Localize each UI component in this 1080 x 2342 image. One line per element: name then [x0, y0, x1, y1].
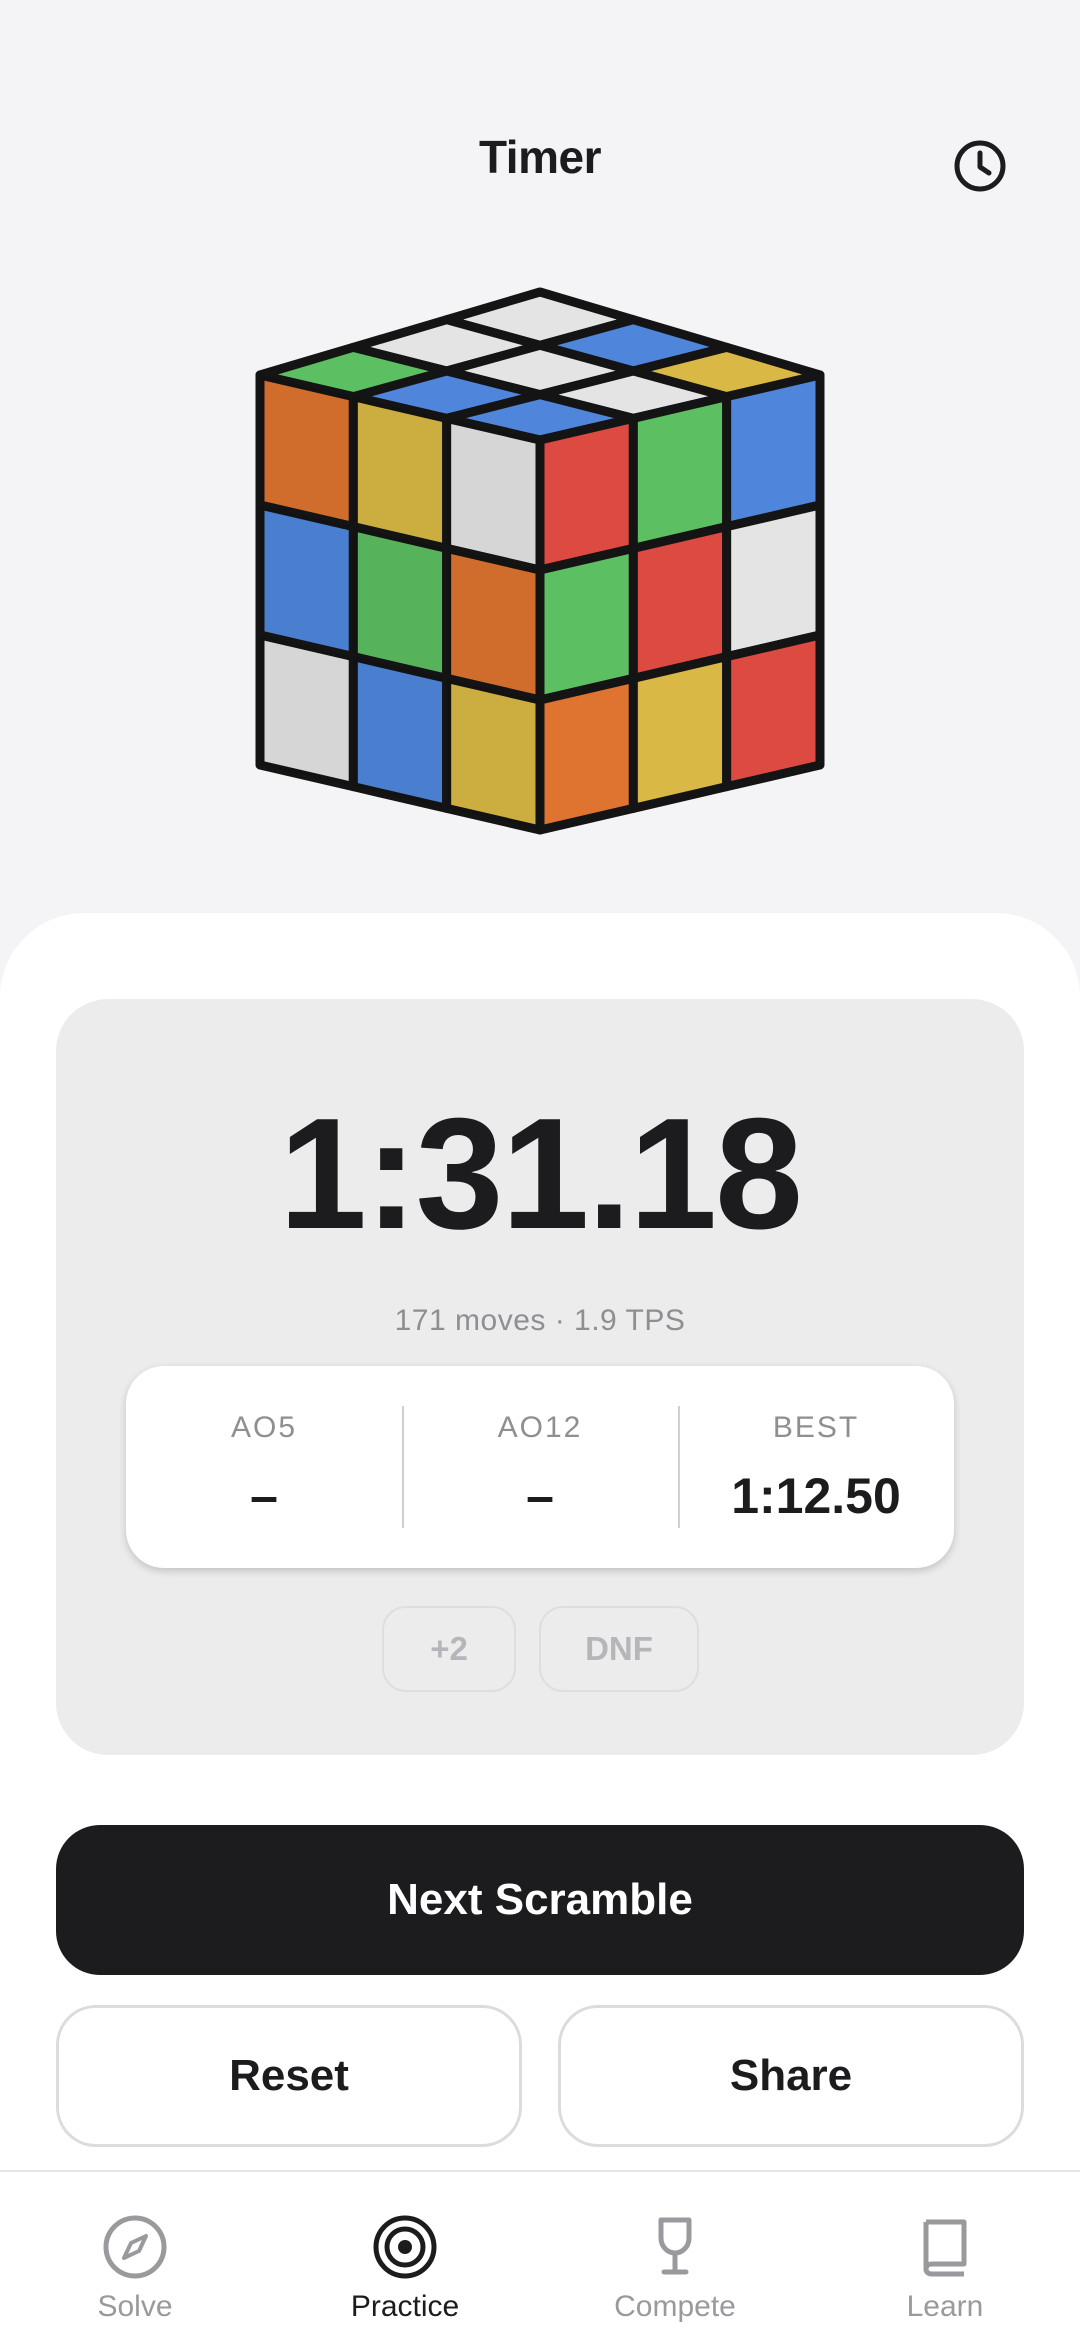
- share-button[interactable]: Share: [558, 2005, 1024, 2147]
- stat-label: AO12: [497, 1411, 583, 1444]
- bottom-tab-bar: Solve Practice Compete Learn: [0, 2170, 1080, 2342]
- cube-sticker: [633, 657, 726, 809]
- stat-value: –: [250, 1468, 278, 1524]
- cube-sticker: [260, 635, 354, 787]
- history-button[interactable]: [948, 134, 1012, 198]
- dnf-button[interactable]: DNF: [539, 1606, 699, 1692]
- stat-best: BEST 1:12.50: [678, 1366, 954, 1568]
- stat-ao12: AO12 –: [402, 1366, 678, 1568]
- tab-compete[interactable]: Compete: [540, 2172, 810, 2342]
- tab-label: Learn: [906, 2290, 984, 2323]
- page-title: Timer: [479, 131, 601, 183]
- stat-label: BEST: [772, 1411, 860, 1444]
- stat-ao5: AO5 –: [126, 1366, 402, 1568]
- tab-learn[interactable]: Learn: [810, 2172, 1080, 2342]
- tab-practice[interactable]: Practice: [270, 2172, 540, 2342]
- stat-value: –: [526, 1468, 554, 1524]
- cube-preview: [240, 270, 840, 850]
- solve-stats-text: 171 moves · 1.9 TPS: [394, 1304, 686, 1337]
- cube-sticker: [353, 656, 447, 809]
- trophy-icon: [658, 2217, 692, 2275]
- compass-icon: [103, 2215, 167, 2279]
- target-icon: [373, 2215, 437, 2279]
- next-scramble-button[interactable]: Next Scramble: [56, 1825, 1024, 1975]
- cube-sticker: [446, 678, 540, 830]
- timer-display: 1:31.18: [279, 1086, 803, 1262]
- averages-card: AO5 – AO12 – BEST 1:12.50: [126, 1366, 954, 1568]
- book-icon: [923, 2219, 967, 2277]
- stat-label: AO5: [230, 1411, 298, 1444]
- plus-two-button[interactable]: +2: [382, 1606, 516, 1692]
- tab-solve[interactable]: Solve: [0, 2172, 270, 2342]
- tab-label: Practice: [350, 2290, 460, 2323]
- rubiks-cube-illustration: [255, 287, 825, 835]
- reset-button[interactable]: Reset: [56, 2005, 522, 2147]
- tab-label: Compete: [614, 2290, 736, 2323]
- stat-value: 1:12.50: [731, 1468, 901, 1524]
- clock-icon: [954, 140, 1006, 192]
- cube-sticker: [540, 678, 633, 830]
- cube-sticker: [727, 635, 820, 787]
- tab-label: Solve: [97, 2290, 173, 2323]
